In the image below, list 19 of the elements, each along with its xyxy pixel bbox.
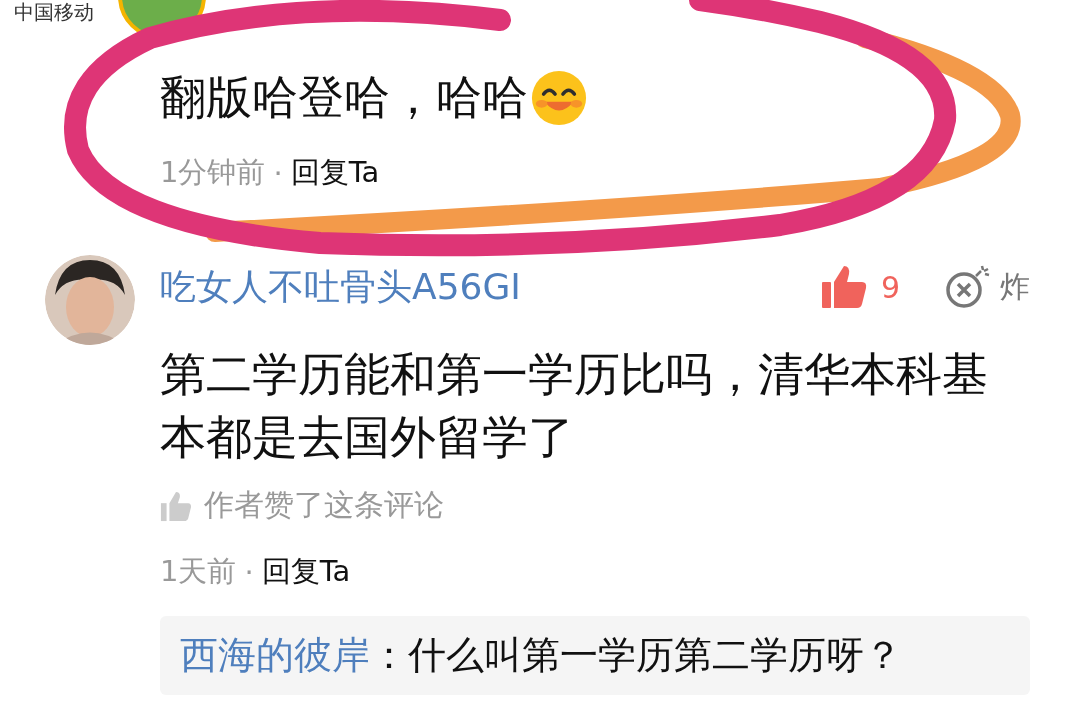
bomb-label[interactable]: 炸 [1000, 266, 1030, 308]
reply-link[interactable]: 回复Ta [261, 552, 351, 592]
reply-link[interactable]: 回复Ta [290, 153, 380, 193]
reply-text: ：什么叫第一学历第二学历呀？ [370, 633, 902, 677]
like-count: 9 [880, 269, 900, 305]
avatar[interactable] [45, 255, 135, 345]
timestamp: 1分钟前 [160, 154, 266, 191]
carrier-name: 中国移动 [14, 0, 94, 24]
comment-text: 翻版哈登哈，哈哈 [160, 69, 528, 126]
thumbs-up-icon [160, 489, 192, 522]
comment-text: 第二学历能和第一学历比吗，清华本科基本都是去国外留学了 [160, 346, 989, 466]
author-liked-note: 作者赞了这条评论 [204, 486, 444, 524]
bomb-icon[interactable] [944, 264, 992, 310]
separator-dot: · [273, 156, 283, 190]
thumbs-up-icon[interactable] [820, 264, 867, 310]
username[interactable]: 吃女人不吐骨头A56GI [160, 262, 521, 312]
reply-username[interactable]: 西海的彼岸 [180, 633, 370, 677]
timestamp: 1天前 [160, 553, 237, 590]
separator-dot: · [244, 555, 254, 589]
